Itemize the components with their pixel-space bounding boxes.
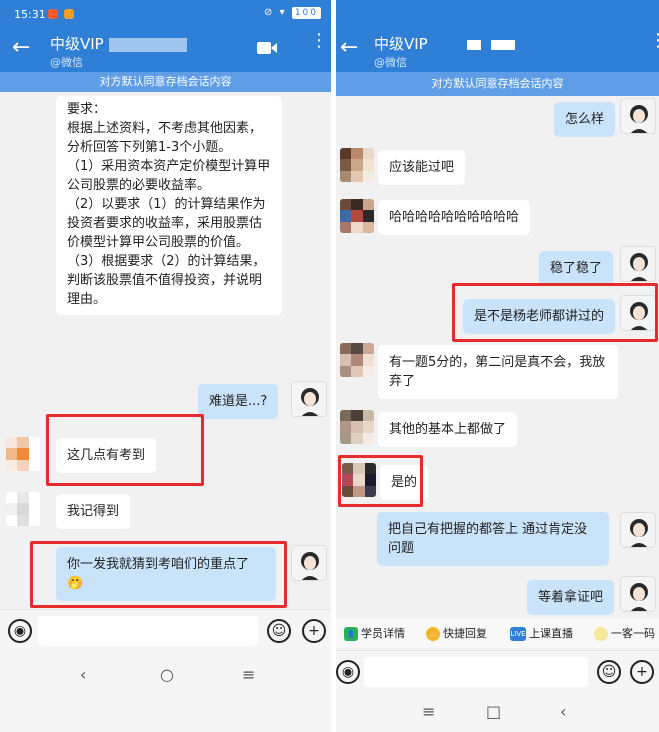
chat-subtitle: @微信 xyxy=(50,56,83,69)
customer-avatar[interactable] xyxy=(340,199,374,233)
status-icons: ⊘ ▾ 100 xyxy=(264,7,321,19)
message-input[interactable] xyxy=(364,657,588,687)
chat-header: ← 中级VIP @微信 ⋮ xyxy=(336,28,659,72)
quick-student-details[interactable]: 👤 学员详情 xyxy=(344,625,405,641)
quick-action-bar: 👤 学员详情 … 快捷回复 LIVE 上课直播 一客一码 xyxy=(336,618,659,648)
agent-avatar[interactable] xyxy=(620,246,656,282)
agent-avatar[interactable] xyxy=(620,576,656,612)
customer-avatar[interactable] xyxy=(340,410,374,444)
add-attachment-icon[interactable]: + xyxy=(302,619,326,643)
more-options-icon[interactable]: ⋮ xyxy=(649,32,659,50)
customer-avatar[interactable] xyxy=(6,492,40,526)
quick-reply[interactable]: … 快捷回复 xyxy=(426,625,487,641)
message-input[interactable] xyxy=(38,616,258,646)
back-arrow-icon[interactable]: ← xyxy=(12,37,30,59)
highlight-box xyxy=(46,414,204,486)
chat-subtitle: @微信 xyxy=(374,56,407,69)
agent-avatar[interactable] xyxy=(291,545,327,581)
voice-input-icon[interactable]: ◉ xyxy=(8,619,32,643)
chat-header: ← 中级VIP @微信 ⋮ xyxy=(0,28,331,72)
customer-avatar[interactable] xyxy=(340,148,374,182)
archive-notice: 对方默认同意存档会话内容 xyxy=(336,72,659,96)
input-bar: ◉ ☺ + xyxy=(336,650,659,694)
input-bar: ◉ ☺ + xyxy=(0,609,331,653)
message-bubble-incoming: 应该能过吧 xyxy=(378,150,466,185)
highlight-box xyxy=(338,455,423,507)
highlight-box xyxy=(452,283,658,342)
redacted-name xyxy=(491,39,516,50)
more-options-icon[interactable]: ⋮ xyxy=(310,32,328,50)
right-chat-screen: ← 中级VIP @微信 ⋮ 对方默认同意存档会话内容 怎么样 应该能过吧 哈哈哈… xyxy=(336,0,659,732)
chat-title: 中级VIP xyxy=(374,33,516,54)
quick-reply-icon: … xyxy=(426,627,440,641)
message-bubble-incoming: 其他的基本上都做了 xyxy=(378,412,518,447)
emoji-icon[interactable]: ☺ xyxy=(267,619,291,643)
emoji-icon[interactable]: ☺ xyxy=(597,660,621,684)
nav-back-icon[interactable]: ‹ xyxy=(80,665,86,684)
nav-home-icon[interactable]: ○ xyxy=(160,665,174,684)
nav-bar: ≡ □ ‹ xyxy=(336,694,659,732)
customer-avatar[interactable] xyxy=(6,437,40,471)
agent-avatar[interactable] xyxy=(291,381,327,417)
nav-bar: ‹ ○ ≡ xyxy=(0,653,331,732)
nav-menu-icon[interactable]: ≡ xyxy=(422,702,435,721)
quick-one-code[interactable]: 一客一码 xyxy=(594,625,655,641)
student-icon: 👤 xyxy=(344,627,358,641)
status-bar xyxy=(336,0,659,28)
message-bubble-outgoing: 怎么样 xyxy=(554,102,616,137)
redacted-name xyxy=(108,37,187,52)
agent-avatar[interactable] xyxy=(620,98,656,134)
back-arrow-icon[interactable]: ← xyxy=(340,37,358,59)
customer-avatar[interactable] xyxy=(340,343,374,377)
live-icon: LIVE xyxy=(510,627,526,641)
app-notification-icon xyxy=(64,9,74,19)
message-bubble-incoming: 我记得到 xyxy=(56,494,131,529)
message-bubble-outgoing: 等着拿证吧 xyxy=(527,580,615,615)
message-bubble-incoming: 有一题5分的，第二问是真不会，我放弃了 xyxy=(378,345,618,399)
redacted-name xyxy=(466,39,481,50)
message-bubble-outgoing: 难道是...? xyxy=(198,384,279,419)
archive-notice: 对方默认同意存档会话内容 xyxy=(0,72,331,92)
message-bubble-incoming: 哈哈哈哈哈哈哈哈哈哈 xyxy=(378,200,531,235)
message-bubble-outgoing: 稳了稳了 xyxy=(539,251,614,286)
nav-home-icon[interactable]: □ xyxy=(486,702,501,721)
voice-input-icon[interactable]: ◉ xyxy=(336,660,360,684)
chat-title: 中级VIP xyxy=(50,33,187,54)
message-bubble-outgoing: 把自己有把握的都答上 通过肯定没问题 xyxy=(377,512,609,566)
nav-menu-icon[interactable]: ≡ xyxy=(242,665,255,684)
status-time: 15:31 xyxy=(14,8,46,21)
left-chat-screen: 15:31 ⊘ ▾ 100 ← 中级VIP @微信 ⋮ 对方默认同意存档会话内容… xyxy=(0,0,331,732)
battery-icon: 100 xyxy=(291,7,321,19)
video-call-icon[interactable] xyxy=(256,40,278,56)
agent-avatar[interactable] xyxy=(620,512,656,548)
status-bar: 15:31 ⊘ ▾ 100 xyxy=(0,0,331,28)
add-attachment-icon[interactable]: + xyxy=(630,660,654,684)
quick-live-class[interactable]: LIVE 上课直播 xyxy=(510,625,573,641)
nav-back-icon[interactable]: ‹ xyxy=(560,702,566,721)
message-bubble-incoming: 要求： 根据上述资料，不考虑其他因素，分析回答下列第1-3个小题。 （1）采用资… xyxy=(56,96,282,315)
highlight-box xyxy=(30,541,287,608)
app-notification-icon xyxy=(48,9,58,19)
code-icon xyxy=(594,627,608,641)
